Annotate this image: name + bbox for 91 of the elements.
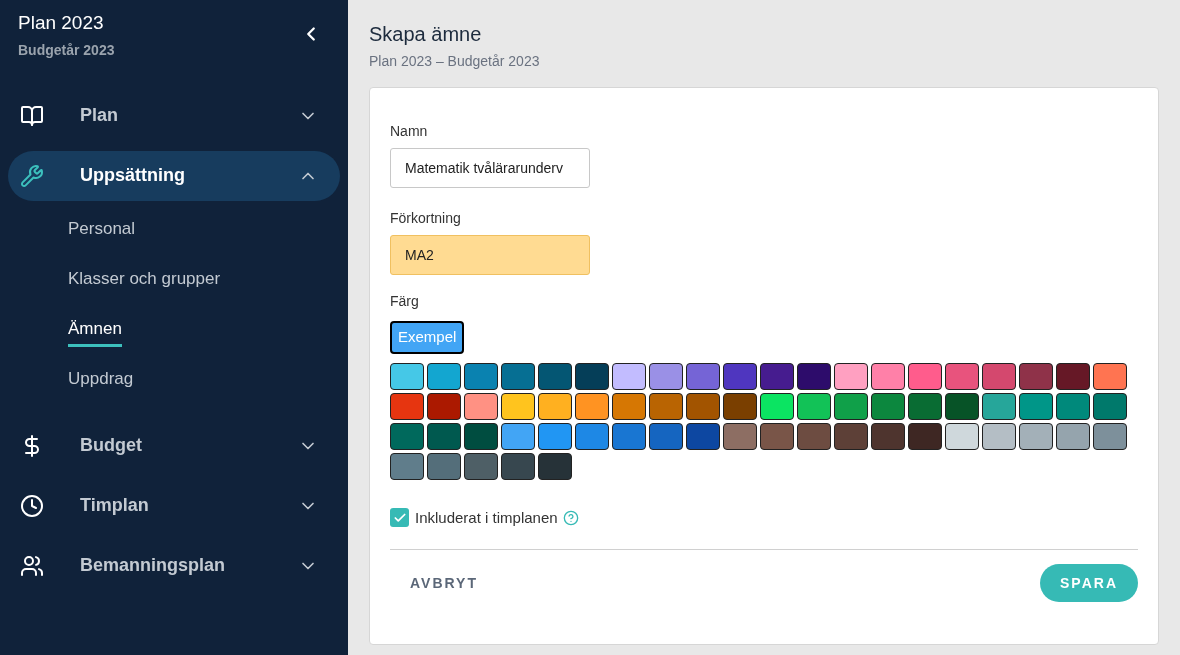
color-swatch[interactable] [464,452,498,480]
clock-icon [20,493,44,518]
subnav-item[interactable]: Ämnen [68,316,122,347]
color-swatch[interactable] [575,362,609,390]
field-label: Förkortning [390,209,461,228]
color-swatch[interactable] [575,422,609,450]
color-swatch[interactable] [501,392,535,420]
color-preview: Exempel [390,321,465,354]
color-swatch[interactable] [575,392,609,420]
color-swatch[interactable] [723,392,757,420]
color-swatch[interactable] [464,362,498,390]
color-swatch[interactable] [1056,422,1090,450]
color-swatch[interactable] [390,452,424,480]
cancel-button[interactable]: AVBRYT [390,564,498,602]
checkbox[interactable] [390,508,409,528]
color-swatch[interactable] [1019,392,1053,420]
nav-item[interactable]: Uppsättning [8,150,340,201]
color-swatch[interactable] [1019,422,1053,450]
nav-item[interactable]: Plan [8,90,340,141]
subnav-item[interactable]: Uppdrag [68,366,134,397]
users-icon [20,553,44,578]
color-swatch[interactable] [834,422,868,450]
color-swatch[interactable] [908,362,942,390]
nav-item[interactable]: Budget [8,420,340,471]
color-swatch[interactable] [834,392,868,420]
color-swatch[interactable] [612,392,646,420]
color-swatch[interactable] [501,422,535,450]
color-swatch[interactable] [1093,362,1127,390]
color-swatch[interactable] [982,422,1016,450]
color-swatch[interactable] [1056,362,1090,390]
nav-item[interactable]: Bemanningsplan [8,540,340,591]
color-swatch[interactable] [871,362,905,390]
color-swatch[interactable] [464,392,498,420]
color-swatch[interactable] [686,392,720,420]
color-swatch[interactable] [538,392,572,420]
color-label: Färg [390,292,419,311]
color-swatch[interactable] [1093,422,1127,450]
subnav-item[interactable]: Klasser och grupper [68,266,221,297]
color-swatch[interactable] [871,422,905,450]
color-swatch[interactable] [390,422,424,450]
color-swatch[interactable] [501,452,535,480]
color-swatch[interactable] [649,422,683,450]
subnav-item[interactable]: Personal [68,216,136,247]
color-swatch[interactable] [538,362,572,390]
color-swatch[interactable] [390,392,424,420]
page-subtitle: Plan 2023 – Budgetår 2023 [369,52,540,71]
book-icon [20,103,44,128]
color-swatch[interactable] [612,422,646,450]
color-swatch[interactable] [1019,362,1053,390]
checkbox-label: Inkluderat i timplanen [415,507,558,528]
color-swatch[interactable] [723,422,757,450]
color-swatch[interactable] [427,452,461,480]
color-swatch[interactable] [982,362,1016,390]
color-swatch[interactable] [538,452,572,480]
plan-subtitle: Budgetår 2023 [18,40,115,60]
color-swatch[interactable] [723,362,757,390]
color-swatch[interactable] [464,422,498,450]
input-field[interactable]: MA2 [390,235,590,275]
color-swatch[interactable] [760,362,794,390]
color-swatch[interactable] [686,362,720,390]
color-swatch[interactable] [908,392,942,420]
wrench-icon [20,163,44,188]
color-swatch[interactable] [945,392,979,420]
color-swatch[interactable] [427,422,461,450]
field-label: Namn [390,122,428,141]
nav-item[interactable]: Timplan [8,480,340,531]
color-swatch[interactable] [427,392,461,420]
color-swatch[interactable] [834,362,868,390]
color-swatch[interactable] [427,362,461,390]
color-swatch[interactable] [538,422,572,450]
color-swatch[interactable] [945,422,979,450]
color-swatch[interactable] [390,362,424,390]
color-swatch[interactable] [871,392,905,420]
color-swatch[interactable] [945,362,979,390]
color-swatch[interactable] [760,422,794,450]
color-swatch[interactable] [612,362,646,390]
color-swatch[interactable] [797,362,831,390]
plan-title: Plan 2023 [18,11,105,35]
color-swatch[interactable] [982,392,1016,420]
color-swatch[interactable] [1056,392,1090,420]
color-swatch[interactable] [649,392,683,420]
color-swatch[interactable] [501,362,535,390]
color-swatch[interactable] [797,392,831,420]
color-swatch[interactable] [1093,392,1127,420]
color-swatch[interactable] [649,362,683,390]
color-swatch[interactable] [797,422,831,450]
page-title: Skapa ämne [369,22,482,47]
input-field[interactable]: Matematik tvålärarunderv [390,148,590,188]
color-swatch[interactable] [760,392,794,420]
color-swatch[interactable] [686,422,720,450]
color-swatch[interactable] [908,422,942,450]
